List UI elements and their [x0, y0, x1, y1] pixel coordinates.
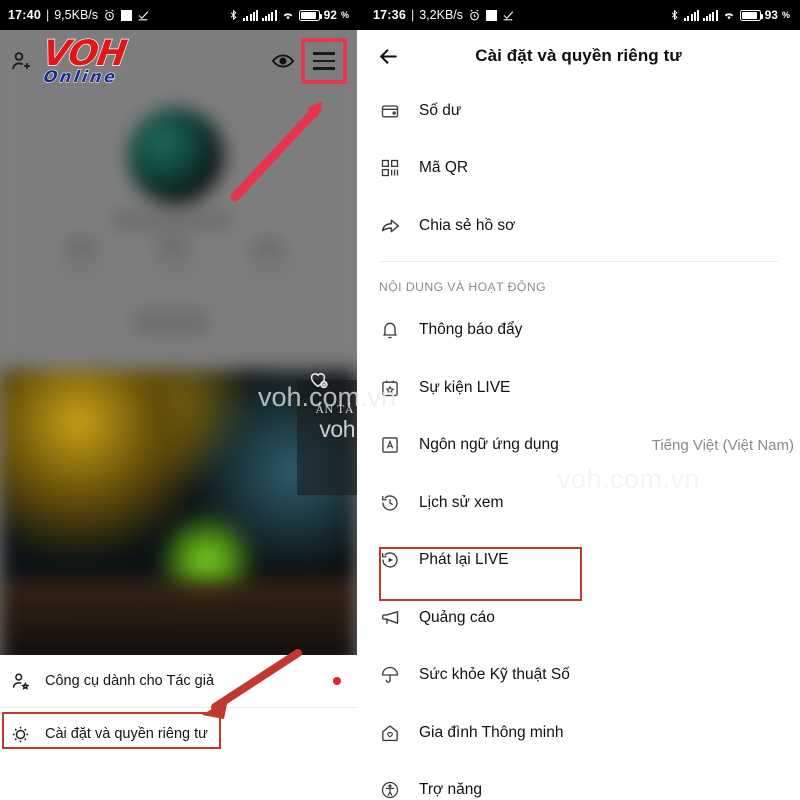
left-phone-screen: 17:40 | 9,5KB/s 92 % ÀN TÁ voh VOH Onlin… [0, 0, 357, 800]
wifi-icon [283, 13, 292, 20]
battery-percent: 93 [764, 8, 778, 22]
share-arrow-icon [379, 215, 401, 237]
sheet-item-label: Công cụ dành cho Tác giả [45, 673, 215, 689]
menu-item-label: Gia đình Thông minh [419, 723, 564, 741]
gear-icon [12, 726, 29, 742]
menu-item-label: Số dư [419, 101, 462, 119]
alarm-icon [105, 9, 114, 20]
status-separator: | [410, 8, 415, 22]
page-title: Cài đặt và quyền riêng tư [475, 46, 682, 65]
status-time: 17:40 [8, 8, 41, 22]
eye-icon[interactable] [271, 49, 295, 73]
battery-percent: 92 [323, 8, 337, 22]
signal-bars-icon [684, 9, 699, 21]
menu-item-label: Trợ năng [419, 781, 483, 799]
umbrella-icon [379, 664, 401, 686]
status-separator: | [45, 8, 50, 22]
menu-item-label: Thông báo đẩy [419, 321, 523, 339]
menu-item-qr-code[interactable]: Mã QR [357, 140, 800, 198]
alarm-icon [470, 9, 479, 20]
signal-bars-icon [243, 9, 258, 21]
menu-item-family-pairing[interactable]: Gia đình Thông minh [357, 704, 800, 762]
section-header-content-activity: NỘI DUNG VÀ HOẠT ĐỘNG [379, 279, 547, 294]
menu-item-digital-wellbeing[interactable]: Sức khỏe Kỹ thuật Số [357, 647, 800, 705]
battery-icon [298, 9, 323, 21]
menu-item-ads[interactable]: Quảng cáo [357, 589, 800, 647]
right-status-bar: 17:36 | 3,2KB/s 93 % [357, 0, 800, 30]
content-watermark-line1: ÀN TÁ [315, 402, 354, 416]
voh-logo: VOH Online [38, 33, 129, 86]
signal-bars-icon [702, 9, 718, 21]
screen-record-icon [486, 9, 498, 21]
menu-item-label: Lịch sử xem [419, 493, 504, 511]
menu-item-live-events[interactable]: Sự kiện LIVE [357, 359, 800, 417]
screen-record-icon [121, 9, 133, 21]
qr-code-icon [379, 157, 401, 179]
list-divider [379, 260, 778, 262]
menu-item-balance[interactable]: Số dư [357, 82, 800, 140]
house-heart-icon [379, 722, 401, 744]
screenshot-root: 17:40 | 9,5KB/s 92 % ÀN TÁ voh VOH Onlin… [0, 0, 800, 800]
hamburger-menu-icon[interactable] [301, 38, 347, 84]
logo-sub-text: Online [42, 66, 120, 86]
bluetooth-icon [230, 9, 237, 21]
left-bottom-sheet: Công cụ dành cho Tác giả Cài đặt và quyề… [0, 655, 357, 800]
do-not-disturb-icon [503, 10, 514, 20]
settings-list: voh.com.vn Số dư Mã QR Chia sẻ hồ sơ NỘI… [357, 82, 800, 800]
letter-a-box-icon [379, 434, 401, 456]
menu-item-watch-history[interactable]: Lịch sử xem [357, 474, 800, 532]
settings-header: Cài đặt và quyền riêng tư [357, 30, 800, 82]
megaphone-icon [379, 607, 401, 629]
menu-item-label: Sự kiện LIVE [419, 378, 511, 396]
bell-icon [379, 319, 401, 341]
heart-off-icon[interactable] [307, 368, 329, 390]
percent-sign: % [781, 10, 790, 20]
menu-item-push-notifications[interactable]: Thông báo đẩy [357, 302, 800, 360]
left-status-bar: 17:40 | 9,5KB/s 92 % [0, 0, 357, 30]
history-clock-icon [379, 492, 401, 514]
avatar [128, 108, 224, 204]
percent-sign: % [340, 10, 349, 20]
accessibility-icon [379, 779, 401, 800]
menu-item-label: Sức khỏe Kỹ thuật Số [419, 666, 570, 684]
status-time: 17:36 [373, 8, 406, 22]
right-phone-screen: 17:36 | 3,2KB/s 93 % Cài đặt và quyền ri… [357, 0, 800, 800]
sheet-item-creator-tools[interactable]: Công cụ dành cho Tác giả [0, 655, 357, 707]
left-app-header: VOH Online [0, 30, 357, 92]
menu-item-value: Tiếng Việt (Việt Nam) [651, 436, 794, 454]
status-badge [333, 677, 341, 685]
menu-item-label: Ngôn ngữ ứng dụng [419, 436, 559, 454]
back-arrow-icon[interactable] [373, 41, 403, 71]
add-person-icon[interactable] [10, 49, 34, 73]
battery-icon [739, 9, 764, 21]
content-watermark-line2: voh [319, 416, 355, 442]
calendar-star-icon [379, 377, 401, 399]
signal-bars-icon [261, 9, 277, 21]
menu-item-live-replay[interactable]: Phát lại LIVE [357, 532, 800, 590]
status-net-speed: 3,2KB/s [419, 8, 464, 22]
do-not-disturb-icon [138, 10, 149, 20]
sheet-item-settings-privacy[interactable]: Cài đặt và quyền riêng tư [0, 708, 357, 760]
status-net-speed: 9,5KB/s [54, 8, 99, 22]
menu-item-share-profile[interactable]: Chia sẻ hồ sơ [357, 197, 800, 255]
menu-item-label: Mã QR [419, 159, 469, 177]
menu-item-app-language[interactable]: Ngôn ngữ ứng dụng Tiếng Việt (Việt Nam) [357, 417, 800, 475]
menu-item-accessibility[interactable]: Trợ năng [357, 762, 800, 800]
menu-item-label: Quảng cáo [419, 608, 495, 626]
menu-item-label: Chia sẻ hồ sơ [419, 216, 516, 234]
person-star-icon [12, 672, 30, 690]
bluetooth-icon [671, 9, 678, 21]
sheet-item-label: Cài đặt và quyền riêng tư [45, 726, 208, 742]
replay-live-icon [379, 549, 401, 571]
menu-item-label: Phát lại LIVE [419, 551, 509, 569]
wallet-icon [379, 100, 401, 122]
wifi-icon [724, 13, 733, 20]
